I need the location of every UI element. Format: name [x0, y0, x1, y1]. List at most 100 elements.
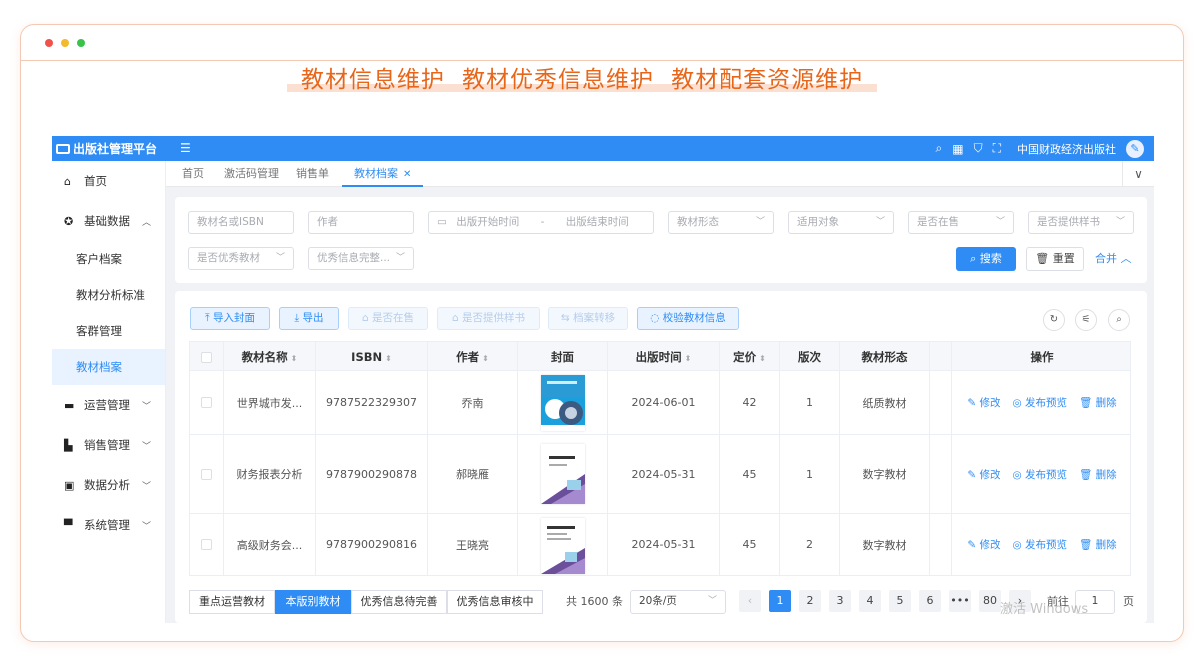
- app-window: 出版社管理平台 ☰ ⌕ ▦ ⛉ ⛶ 中国财政经济出版社 ✎ ⌂ 首页 ✪ 基础数…: [52, 136, 1154, 623]
- total-count: 共 1600 条: [566, 595, 623, 608]
- column-author[interactable]: 作者 ⬍: [428, 342, 518, 372]
- tab-home[interactable]: 首页: [182, 161, 204, 187]
- minimize-dot[interactable]: [61, 39, 69, 47]
- cell-form: 纸质教材: [840, 371, 930, 434]
- date-range-picker[interactable]: ▭ 出版开始时间 - 出版结束时间: [428, 211, 654, 234]
- column-author-label: 作者: [456, 350, 480, 364]
- tab-sales-order[interactable]: 销售单: [296, 161, 329, 187]
- page-size-select[interactable]: 20条/页 ﹀: [630, 590, 726, 614]
- complete-select[interactable]: 优秀信息完整... ﹀: [308, 247, 414, 270]
- menu-toggle-icon[interactable]: ☰: [180, 141, 191, 155]
- preview-label: 发布预览: [1024, 468, 1067, 481]
- filter-settings-icon[interactable]: ⚟: [1075, 309, 1097, 331]
- collapse-link[interactable]: 合并 ︿: [1095, 247, 1132, 271]
- preview-link[interactable]: ◎ 发布预览: [1012, 467, 1067, 482]
- sidebar-subitem-customer[interactable]: 客户档案: [52, 241, 165, 277]
- name-isbn-input[interactable]: 教材名或ISBN: [188, 211, 294, 234]
- sidebar-item-operations[interactable]: ▬ 运营管理 ﹀: [52, 385, 165, 425]
- chevron-down-icon[interactable]: ∨: [1122, 161, 1154, 187]
- page-2[interactable]: 2: [799, 590, 821, 612]
- excellent-select[interactable]: 是否优秀教材 ﹀: [188, 247, 294, 270]
- publisher-name[interactable]: 中国财政经济出版社: [1017, 141, 1116, 157]
- sidebar-subitem-textbook-archive[interactable]: 教材档案: [52, 349, 165, 385]
- form-select[interactable]: 教材形态 ﹀: [668, 211, 774, 234]
- bottom-tab-key-textbooks[interactable]: 重点运营教材: [189, 590, 275, 614]
- delete-link[interactable]: 🗑 删除: [1079, 395, 1117, 410]
- page-5[interactable]: 5: [889, 590, 911, 612]
- target-select[interactable]: 适用对象 ﹀: [788, 211, 894, 234]
- search-button[interactable]: ⌕ 搜索: [956, 247, 1016, 271]
- chevron-down-icon: ﹀: [141, 441, 151, 452]
- sidebar-item-data-analysis[interactable]: ▣ 数据分析 ﹀: [52, 465, 165, 505]
- page-tabs: 首页 激活码管理 销售单 教材档案 ✕ ∨: [166, 161, 1154, 187]
- delete-link[interactable]: 🗑 删除: [1079, 467, 1117, 482]
- on-sale-button[interactable]: ⌂ 是否在售: [348, 307, 428, 330]
- preview-link[interactable]: ◎ 发布预览: [1012, 395, 1067, 410]
- sidebar-item-sales[interactable]: ▙ 销售管理 ﹀: [52, 425, 165, 465]
- on-sale-select[interactable]: 是否在售 ﹀: [908, 211, 1014, 234]
- export-button[interactable]: ⤓ 导出: [279, 307, 339, 330]
- column-date[interactable]: 出版时间 ⬍: [608, 342, 720, 372]
- search-icon[interactable]: ⌕: [1108, 309, 1130, 331]
- edit-link[interactable]: ✎ 修改: [967, 395, 1000, 410]
- close-dot[interactable]: [45, 39, 53, 47]
- sidebar-subitem-analysis-standard[interactable]: 教材分析标准: [52, 277, 165, 313]
- cell-isbn: 9787522329307: [316, 371, 428, 434]
- row-checkbox[interactable]: [201, 397, 212, 408]
- page-80[interactable]: 80: [979, 590, 1001, 612]
- sample-label: 是否提供样书: [462, 312, 525, 324]
- column-price[interactable]: 定价 ⬍: [720, 342, 780, 372]
- verify-info-button[interactable]: ◌ 校验教材信息: [637, 307, 739, 330]
- cell-spacer: [930, 514, 952, 575]
- column-name[interactable]: 教材名称 ⬍: [224, 342, 316, 372]
- grid-icon[interactable]: ▦: [952, 142, 963, 156]
- preview-link[interactable]: ◎ 发布预览: [1012, 537, 1067, 552]
- prev-page-button[interactable]: ‹: [739, 590, 761, 612]
- date-start: 出版开始时间: [456, 216, 520, 228]
- maximize-dot[interactable]: [77, 39, 85, 47]
- column-actions: 操作: [1030, 350, 1054, 364]
- sidebar-item-home[interactable]: ⌂ 首页: [52, 161, 165, 201]
- select-all-checkbox[interactable]: [201, 352, 212, 363]
- sidebar-subitem-customer-group[interactable]: 客群管理: [52, 313, 165, 349]
- column-isbn[interactable]: ISBN ⬍: [316, 342, 428, 372]
- page-ellipsis[interactable]: •••: [949, 590, 971, 612]
- bottom-tab-reviewing[interactable]: 优秀信息审核中: [447, 590, 543, 614]
- bottom-tab-pending[interactable]: 优秀信息待完善: [351, 590, 447, 614]
- edit-label: 修改: [979, 468, 1001, 481]
- sample-button[interactable]: ⌂ 是否提供样书: [437, 307, 540, 330]
- avatar[interactable]: ✎: [1126, 139, 1144, 158]
- shirt-icon[interactable]: ⛉: [974, 141, 983, 156]
- tab-activation-code[interactable]: 激活码管理: [224, 161, 279, 187]
- edit-link[interactable]: ✎ 修改: [967, 537, 1000, 552]
- tab-textbook-archive[interactable]: 教材档案 ✕: [342, 161, 424, 187]
- sample-select[interactable]: 是否提供样书 ﹀: [1028, 211, 1134, 234]
- chevron-down-icon: ﹀: [141, 401, 151, 412]
- refresh-icon[interactable]: ↻: [1043, 309, 1065, 331]
- row-checkbox[interactable]: [201, 539, 212, 550]
- book-cover-image[interactable]: [540, 374, 585, 431]
- book-cover-image[interactable]: [540, 517, 585, 574]
- search-icon[interactable]: ⌕: [936, 141, 943, 156]
- page-3[interactable]: 3: [829, 590, 851, 612]
- page-6[interactable]: 6: [919, 590, 941, 612]
- bottom-tab-own-textbooks[interactable]: 本版别教材: [275, 590, 351, 614]
- delete-link[interactable]: 🗑 删除: [1079, 537, 1117, 552]
- sidebar-item-system[interactable]: ▀ 系统管理 ﹀: [52, 505, 165, 545]
- row-checkbox[interactable]: [201, 468, 212, 480]
- close-icon[interactable]: ✕: [403, 169, 411, 180]
- fullscreen-icon[interactable]: ⛶: [993, 141, 1001, 156]
- reset-button[interactable]: 🗑 重置: [1026, 247, 1084, 271]
- import-cover-button[interactable]: ⤒ 导入封面: [190, 307, 270, 330]
- archive-transfer-button[interactable]: ⇆ 档案转移: [548, 307, 628, 330]
- page-1[interactable]: 1: [769, 590, 791, 612]
- edit-link[interactable]: ✎ 修改: [967, 467, 1000, 482]
- logo-icon: [56, 143, 70, 154]
- headline-item-2: 教材优秀信息维护: [462, 67, 654, 93]
- book-cover-image[interactable]: [540, 444, 585, 504]
- cell-isbn: 9787900290878: [316, 435, 428, 513]
- column-form: 教材形态: [840, 342, 930, 372]
- page-4[interactable]: 4: [859, 590, 881, 612]
- author-input[interactable]: 作者: [308, 211, 414, 234]
- sidebar-item-basic-data[interactable]: ✪ 基础数据 ︿: [52, 201, 165, 241]
